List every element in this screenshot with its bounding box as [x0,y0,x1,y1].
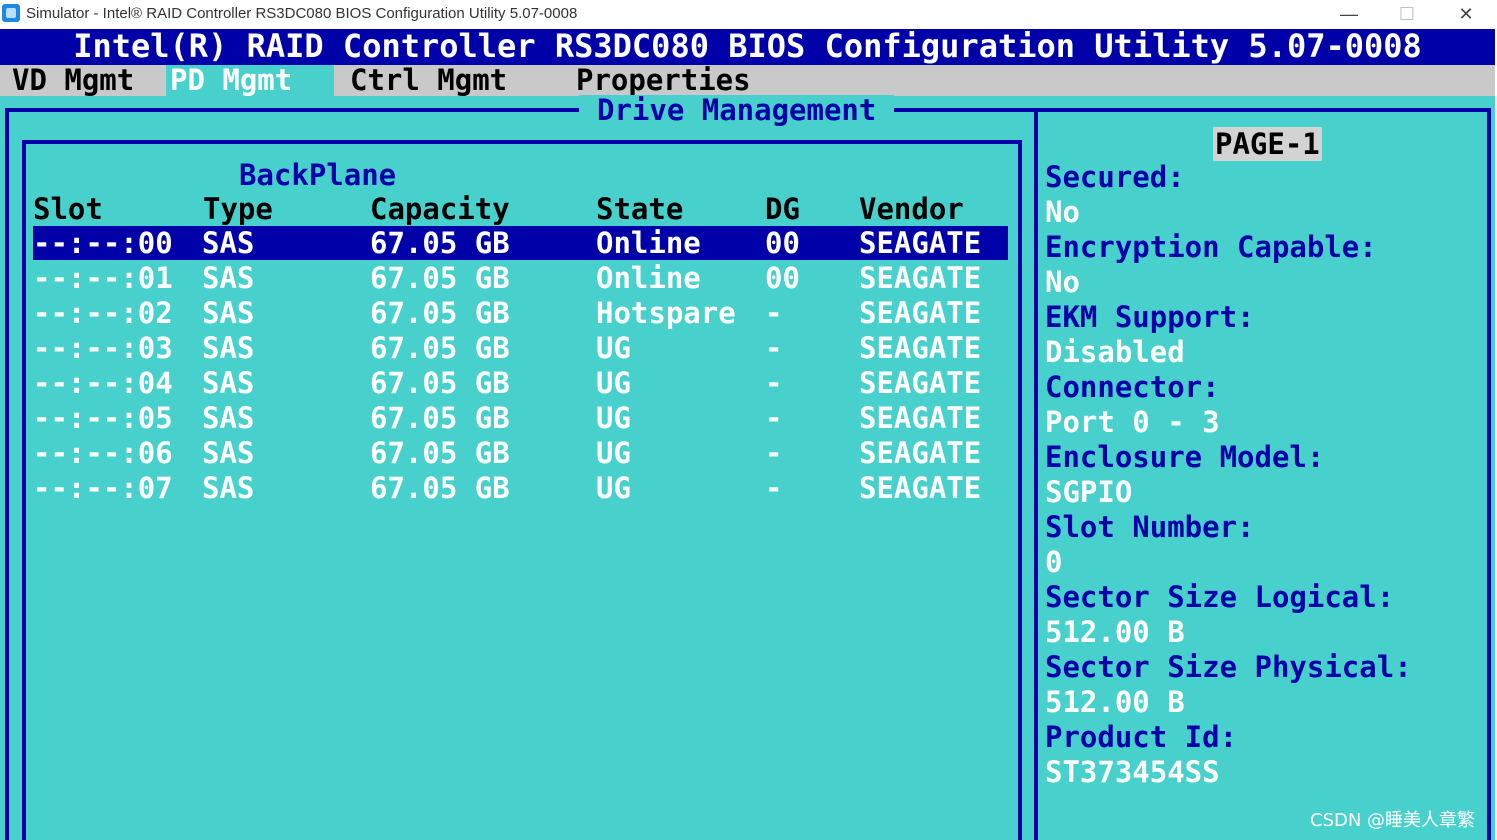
menu-pd-mgmt[interactable]: PD Mgmt [166,65,334,96]
page-indicator: PAGE-1 [1213,127,1322,161]
drive-dg-cell: - [765,296,783,330]
drive-state-cell: Hotspare [596,296,736,330]
property-value: Port 0 - 3 [1045,405,1220,439]
watermark: CSDN @睡美人章繁 [1310,810,1476,831]
drive-vendor-cell: SEAGATE [859,226,982,260]
menu-ctrl-mgmt[interactable]: Ctrl Mgmt [346,65,511,96]
drive-row[interactable]: --:--:06 SAS 67.05 GB UG - SEAGATE [33,436,1008,470]
drive-dg-cell: - [765,471,783,505]
col-header-type: Type [203,192,273,226]
drive-state-cell: Online [596,261,701,295]
drive-type-cell: SAS [202,401,255,435]
drive-dg-cell: - [765,436,783,470]
col-header-capacity: Capacity [370,192,510,226]
drive-row[interactable]: --:--:05 SAS 67.05 GB UG - SEAGATE [33,401,1008,435]
close-icon[interactable]: ✕ [1437,0,1495,29]
drive-capacity-cell: 67.05 GB [370,401,510,435]
drive-dg-cell: - [765,366,783,400]
drive-slot-cell: --:--:02 [33,296,173,330]
bios-screen: Intel(R) RAID Controller RS3DC080 BIOS C… [0,29,1495,840]
drive-dg-cell: - [765,401,783,435]
drive-capacity-cell: 67.05 GB [370,261,510,295]
drive-slot-cell: --:--:01 [33,261,173,295]
drive-slot-cell: --:--:05 [33,401,173,435]
drive-slot-cell: --:--:03 [33,331,173,365]
drive-vendor-cell: SEAGATE [859,366,982,400]
drive-state-cell: UG [596,401,631,435]
drive-vendor-cell: SEAGATE [859,261,982,295]
property-value: 0 [1045,545,1063,579]
drive-vendor-cell: SEAGATE [859,296,982,330]
menu-properties[interactable]: Properties [572,65,755,96]
drive-capacity-cell: 67.05 GB [370,471,510,505]
drive-vendor-cell: SEAGATE [859,471,982,505]
property-label: Sector Size Logical: [1045,580,1395,614]
drive-vendor-cell: SEAGATE [859,401,982,435]
drive-type-cell: SAS [202,436,255,470]
property-value: No [1045,195,1080,229]
property-value: ST373454SS [1045,755,1220,789]
maximize-icon[interactable]: ☐ [1378,0,1436,29]
property-label: Secured: [1045,160,1185,194]
drive-type-cell: SAS [202,366,255,400]
drive-capacity-cell: 67.05 GB [370,366,510,400]
drive-state-cell: UG [596,366,631,400]
drive-row[interactable]: --:--:03 SAS 67.05 GB UG - SEAGATE [33,331,1008,365]
col-header-state: State [596,192,684,226]
drive-slot-cell: --:--:07 [33,471,173,505]
property-value: 512.00 B [1045,685,1185,719]
drive-row[interactable]: --:--:07 SAS 67.05 GB UG - SEAGATE [33,471,1008,505]
app-icon [2,4,20,22]
drive-type-cell: SAS [202,471,255,505]
drive-slot-cell: --:--:04 [33,366,173,400]
drive-capacity-cell: 67.05 GB [370,331,510,365]
drive-dg-cell: - [765,331,783,365]
window-title-bar: Simulator - Intel® RAID Controller RS3DC… [0,0,1497,29]
drive-capacity-cell: 67.05 GB [370,226,510,260]
col-header-slot: Slot [33,192,103,226]
property-label: Enclosure Model: [1045,440,1325,474]
property-label: Sector Size Physical: [1045,650,1412,684]
property-label: Connector: [1045,370,1220,404]
drive-row[interactable]: --:--:01 SAS 67.05 GB Online 00 SEAGATE [33,261,1008,295]
drive-slot-cell: --:--:00 [33,226,173,260]
drive-dg-cell: 00 [765,261,800,295]
drive-state-cell: Online [596,226,701,260]
drive-vendor-cell: SEAGATE [859,331,982,365]
property-value: No [1045,265,1080,299]
drive-type-cell: SAS [202,261,255,295]
drive-slot-cell: --:--:06 [33,436,173,470]
property-label: Product Id: [1045,720,1238,754]
drive-state-cell: UG [596,331,631,365]
utility-banner: Intel(R) RAID Controller RS3DC080 BIOS C… [0,29,1495,65]
col-header-dg: DG [765,192,800,226]
drive-type-cell: SAS [202,226,255,260]
drive-type-cell: SAS [202,296,255,330]
property-label: Encryption Capable: [1045,230,1377,264]
drive-state-cell: UG [596,436,631,470]
drive-capacity-cell: 67.05 GB [370,296,510,330]
drive-row[interactable]: --:--:00 SAS 67.05 GB Online 00 SEAGATE [33,226,1008,260]
drive-state-cell: UG [596,471,631,505]
property-value: Disabled [1045,335,1185,369]
drive-management-title: Drive Management [579,95,895,125]
col-header-vendor: Vendor [859,192,964,226]
menu-vd-mgmt[interactable]: VD Mgmt [8,65,138,96]
property-value: 512.00 B [1045,615,1185,649]
property-label: EKM Support: [1045,300,1255,334]
property-value: SGPIO [1045,475,1133,509]
backplane-label: BackPlane [239,158,397,192]
minimize-icon[interactable]: — [1320,0,1378,29]
drive-row[interactable]: --:--:04 SAS 67.05 GB UG - SEAGATE [33,366,1008,400]
panel-divider [1034,108,1038,840]
menu-bar: VD Mgmt PD Mgmt Ctrl Mgmt Properties [0,65,1495,96]
drive-type-cell: SAS [202,331,255,365]
window-title: Simulator - Intel® RAID Controller RS3DC… [26,5,578,22]
drive-vendor-cell: SEAGATE [859,436,982,470]
drive-capacity-cell: 67.05 GB [370,436,510,470]
drive-dg-cell: 00 [765,226,800,260]
drive-row[interactable]: --:--:02 SAS 67.05 GB Hotspare - SEAGATE [33,296,1008,330]
property-label: Slot Number: [1045,510,1255,544]
